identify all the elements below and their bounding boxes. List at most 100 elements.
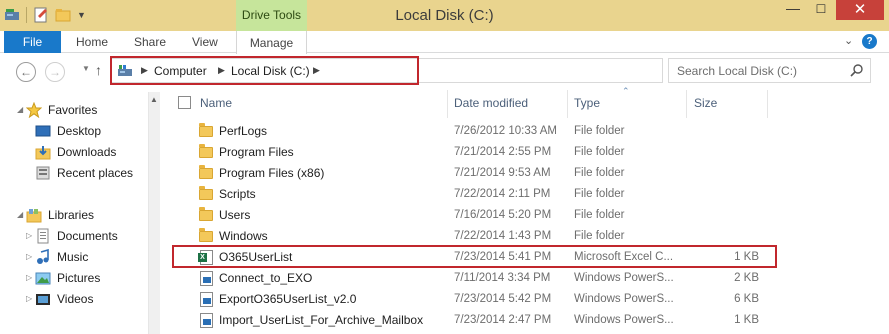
help-icon[interactable]: ? (862, 34, 877, 49)
powershell-script-icon (198, 291, 214, 307)
tab-manage[interactable]: Manage (236, 31, 307, 54)
star-icon (25, 101, 43, 119)
folder-icon (198, 186, 214, 202)
nav-documents-label: Documents (57, 229, 118, 243)
scroll-up-icon[interactable]: ▲ (150, 95, 158, 104)
navigation-bar: ← → ▼ ↑ ▶ Computer ▶ Local Disk (C:) ▶ ▼… (0, 54, 889, 90)
file-row-connect-to-exo[interactable]: Connect_to_EXO 7/11/2014 3:34 PM Windows… (161, 268, 889, 289)
nav-pane-scrollbar[interactable]: ▲ (148, 92, 160, 334)
folder-icon (198, 228, 214, 244)
tab-file[interactable]: File (4, 31, 61, 53)
pictures-icon (35, 270, 51, 286)
nav-music[interactable]: Music (35, 248, 88, 266)
column-size[interactable]: Size (694, 96, 717, 110)
file-type: File folder (574, 209, 625, 221)
back-button[interactable]: ← (16, 62, 36, 82)
column-divider[interactable] (767, 90, 768, 118)
file-date: 7/16/2014 5:20 PM (454, 209, 552, 221)
column-divider[interactable] (686, 90, 687, 118)
collapse-arrow-icon[interactable]: ◢ (17, 210, 23, 219)
file-name: Connect_to_EXO (219, 271, 313, 285)
file-row-import-userlist[interactable]: Import_UserList_For_Archive_Mailbox 7/23… (161, 310, 889, 331)
file-date: 7/22/2014 2:11 PM (454, 188, 551, 200)
file-name: Program Files (x86) (219, 166, 325, 180)
collapse-arrow-icon[interactable]: ◢ (17, 105, 23, 114)
expand-arrow-icon[interactable]: ▷ (26, 252, 32, 261)
folder-icon (198, 123, 214, 139)
file-date: 7/23/2014 2:47 PM (454, 314, 552, 326)
expand-arrow-icon[interactable]: ▷ (26, 231, 32, 240)
nav-pictures[interactable]: Pictures (35, 269, 100, 287)
minimize-button[interactable]: — (780, 0, 806, 20)
file-row-program-files[interactable]: Program Files 7/21/2014 2:55 PM File fol… (161, 142, 889, 163)
file-date: 7/11/2014 3:34 PM (454, 272, 551, 284)
documents-icon (35, 228, 51, 244)
nav-desktop[interactable]: Desktop (35, 122, 101, 140)
address-highlight-box (110, 56, 419, 85)
file-name: Windows (219, 229, 268, 243)
recent-places-icon (35, 165, 51, 181)
tab-share[interactable]: Share (134, 35, 166, 49)
file-date: 7/26/2012 10:33 AM (454, 125, 557, 137)
title-bar: ▼ Drive Tools Local Disk (C:) — ☐ ✕ (0, 0, 889, 31)
file-row-program-files-x86[interactable]: Program Files (x86) 7/21/2014 9:53 AM Fi… (161, 163, 889, 184)
file-type: File folder (574, 146, 625, 158)
file-row-users[interactable]: Users 7/16/2014 5:20 PM File folder (161, 205, 889, 226)
videos-icon (35, 291, 51, 307)
expand-arrow-icon[interactable]: ▷ (26, 294, 32, 303)
folder-icon (198, 144, 214, 160)
nav-recent-places[interactable]: Recent places (35, 164, 133, 182)
tab-home[interactable]: Home (76, 35, 108, 49)
tab-view[interactable]: View (192, 35, 218, 49)
file-name: Scripts (219, 187, 256, 201)
ribbon-tabs: File Home Share View Manage ⌄ ? (0, 31, 889, 54)
music-icon (35, 248, 51, 265)
nav-documents[interactable]: Documents (35, 227, 118, 245)
file-type: Windows PowerS... (574, 293, 674, 305)
file-size: 1 KB (734, 314, 759, 326)
column-divider[interactable] (567, 90, 568, 118)
downloads-icon (35, 144, 51, 160)
up-button[interactable]: ↑ (95, 62, 102, 78)
file-row-windows[interactable]: Windows 7/22/2014 1:43 PM File folder (161, 226, 889, 247)
file-type: File folder (574, 167, 625, 179)
file-name: PerfLogs (219, 124, 268, 138)
expand-ribbon-icon[interactable]: ⌄ (844, 34, 853, 47)
file-name: ExportO365UserList_v2.0 (219, 292, 357, 306)
select-all-checkbox[interactable] (178, 96, 191, 109)
powershell-script-icon (198, 270, 214, 286)
search-placeholder: Search Local Disk (C:) (677, 64, 798, 78)
nav-pictures-label: Pictures (57, 271, 101, 285)
file-type: Windows PowerS... (574, 272, 674, 284)
nav-favorites[interactable]: Favorites (25, 101, 98, 119)
file-type: File folder (574, 230, 625, 242)
navigation-pane: Favorites ◢ Desktop Downloads Recent pla… (0, 90, 148, 334)
file-row-perflogs[interactable]: PerfLogs 7/26/2012 10:33 AM File folder (161, 121, 889, 142)
libraries-icon (26, 207, 42, 223)
nav-videos[interactable]: Videos (35, 290, 93, 308)
file-size: 2 KB (734, 272, 759, 284)
recent-locations-icon[interactable]: ▼ (82, 64, 90, 73)
file-type: File folder (574, 188, 625, 200)
column-type[interactable]: Type (574, 96, 600, 110)
close-button[interactable]: ✕ (836, 0, 884, 20)
search-box[interactable]: Search Local Disk (C:) (668, 58, 871, 83)
column-date-modified[interactable]: Date modified (454, 96, 528, 110)
expand-arrow-icon[interactable]: ▷ (26, 273, 32, 282)
nav-favorites-label: Favorites (48, 103, 98, 117)
file-row-export-o365-userlist[interactable]: ExportO365UserList_v2.0 7/23/2014 5:42 P… (161, 289, 889, 310)
column-divider[interactable] (447, 90, 448, 118)
file-name: Import_UserList_For_Archive_Mailbox (219, 313, 424, 327)
desktop-icon (35, 123, 51, 139)
maximize-button[interactable]: ☐ (808, 0, 834, 20)
row-highlight-box (172, 245, 777, 268)
nav-libraries[interactable]: Libraries (26, 206, 94, 224)
nav-downloads[interactable]: Downloads (35, 143, 116, 161)
search-icon[interactable] (850, 63, 864, 77)
file-row-scripts[interactable]: Scripts 7/22/2014 2:11 PM File folder (161, 184, 889, 205)
nav-music-label: Music (57, 250, 89, 264)
forward-button[interactable]: → (45, 62, 65, 82)
column-name[interactable]: Name (200, 96, 232, 110)
file-date: 7/23/2014 5:42 PM (454, 293, 552, 305)
nav-downloads-label: Downloads (57, 145, 117, 159)
